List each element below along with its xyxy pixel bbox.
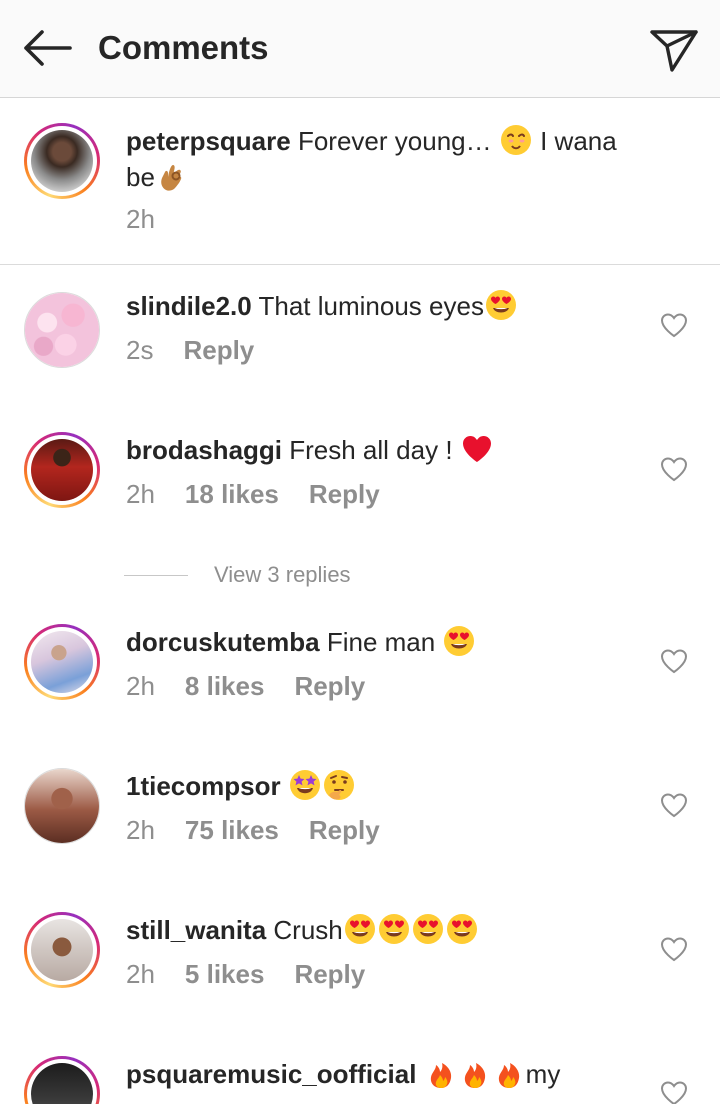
heart-eyes-emoji xyxy=(412,913,444,945)
avatar-image xyxy=(25,769,99,843)
fire-emoji xyxy=(459,1057,491,1089)
heart-eyes-emoji xyxy=(485,289,517,321)
caption-time: 2h xyxy=(126,204,155,234)
comment-time: 2h xyxy=(126,671,155,701)
comment-text: still_wanita Crush xyxy=(126,912,646,948)
comment-time: 2h xyxy=(126,815,155,845)
comment-item: 1tiecompsor 2h 75 likes Reply xyxy=(0,746,720,886)
avatar-image xyxy=(31,130,93,192)
avatar[interactable] xyxy=(24,432,100,508)
comment-time: 2h xyxy=(126,479,155,509)
comment-meta: 2h 5 likes Reply xyxy=(126,958,395,990)
comment-username[interactable]: brodashaggi xyxy=(126,435,282,465)
reply-button[interactable]: Reply xyxy=(183,334,254,366)
comment-username[interactable]: still_wanita xyxy=(126,915,266,945)
view-replies-link[interactable]: View 3 replies xyxy=(214,560,351,590)
heart-outline-icon[interactable] xyxy=(660,1080,688,1104)
heart-outline-icon[interactable] xyxy=(660,312,688,338)
post-caption: peterpsquare Forever young… I wana be 2h xyxy=(0,99,720,265)
reply-button[interactable]: Reply xyxy=(309,814,380,846)
comment-item: brodashaggi Fresh all day ! 2h 18 likes Re… xyxy=(0,410,720,560)
heart-outline-icon[interactable] xyxy=(660,936,688,962)
avatar-image xyxy=(31,1063,93,1104)
heart-outline-icon[interactable] xyxy=(660,792,688,818)
star-struck-emoji xyxy=(289,769,321,801)
face-with-hand-over-mouth-emoji xyxy=(500,124,532,156)
comment-likes[interactable]: 8 likes xyxy=(185,670,265,702)
caption-username[interactable]: peterpsquare xyxy=(126,126,291,156)
fire-emoji xyxy=(425,1057,457,1089)
reply-button[interactable]: Reply xyxy=(294,670,365,702)
divider-line xyxy=(124,575,188,576)
reply-button[interactable]: Reply xyxy=(294,958,365,990)
comment-text: slindile2.0 That luminous eyes xyxy=(126,288,646,324)
share-button[interactable] xyxy=(648,24,700,74)
avatar-image xyxy=(31,919,93,981)
heart-eyes-emoji xyxy=(378,913,410,945)
comment-item: slindile2.0 That luminous eyes 2s Reply xyxy=(0,266,720,406)
comment-item: psquaremusic_oofficial my xyxy=(0,1034,720,1104)
comment-body: Fresh all day ! xyxy=(289,435,453,465)
caption-text: peterpsquare Forever young… I wana be xyxy=(126,123,646,195)
comment-username[interactable]: 1tiecompsor xyxy=(126,771,281,801)
avatar[interactable] xyxy=(24,1056,100,1104)
heart-eyes-emoji xyxy=(344,913,376,945)
back-button[interactable] xyxy=(18,26,76,70)
reply-button[interactable]: Reply xyxy=(309,478,380,510)
avatar-image xyxy=(31,631,93,693)
arrow-left-icon xyxy=(24,30,72,66)
comment-body: my xyxy=(525,1059,561,1089)
comment-username[interactable]: dorcuskutemba xyxy=(126,627,320,657)
heart-eyes-emoji xyxy=(443,625,475,657)
avatar[interactable] xyxy=(24,123,100,199)
comment-meta: 2h 8 likes Reply xyxy=(126,670,395,702)
thinking-face-emoji xyxy=(323,769,355,801)
caption-text-part1: Forever young… xyxy=(297,126,492,156)
avatar-image xyxy=(25,293,99,367)
comment-username[interactable]: psquaremusic_oofficial xyxy=(126,1059,416,1089)
avatar-image xyxy=(31,439,93,501)
comment-likes[interactable]: 75 likes xyxy=(185,814,279,846)
comment-text: 1tiecompsor xyxy=(126,768,646,804)
red-heart-emoji xyxy=(461,433,493,465)
comment-username[interactable]: slindile2.0 xyxy=(126,291,252,321)
comment-text: brodashaggi Fresh all day ! xyxy=(126,432,646,468)
avatar[interactable] xyxy=(24,624,100,700)
comment-text: dorcuskutemba Fine man xyxy=(126,624,646,660)
comment-likes[interactable]: 5 likes xyxy=(185,958,265,990)
comment-body: That luminous eyes xyxy=(258,291,484,321)
comment-meta: 2h 18 likes Reply xyxy=(126,478,410,510)
avatar[interactable] xyxy=(24,292,100,368)
comment-item: dorcuskutemba Fine man 2h 8 likes Reply xyxy=(0,602,720,742)
caption-meta: 2h xyxy=(126,203,185,235)
comment-body: Crush xyxy=(273,915,343,945)
comment-body: Fine man xyxy=(326,627,436,657)
paper-plane-icon xyxy=(650,30,698,72)
avatar[interactable] xyxy=(24,912,100,988)
heart-outline-icon[interactable] xyxy=(660,648,688,674)
ok-hand-emoji xyxy=(156,160,188,192)
comment-time: 2h xyxy=(126,959,155,989)
heart-outline-icon[interactable] xyxy=(660,456,688,482)
comment-meta: 2h 75 likes Reply xyxy=(126,814,410,846)
comment-likes[interactable]: 18 likes xyxy=(185,478,279,510)
comment-time: 2s xyxy=(126,335,154,365)
top-app-bar: Comments xyxy=(0,0,720,98)
page-title: Comments xyxy=(98,29,269,66)
heart-eyes-emoji xyxy=(446,913,478,945)
avatar[interactable] xyxy=(24,768,100,844)
comment-item: still_wanita Crush 2h 5 likes Reply xyxy=(0,890,720,1030)
fire-emoji xyxy=(493,1057,525,1089)
comment-text: psquaremusic_oofficial my xyxy=(126,1056,646,1092)
comment-meta: 2s Reply xyxy=(126,334,284,366)
